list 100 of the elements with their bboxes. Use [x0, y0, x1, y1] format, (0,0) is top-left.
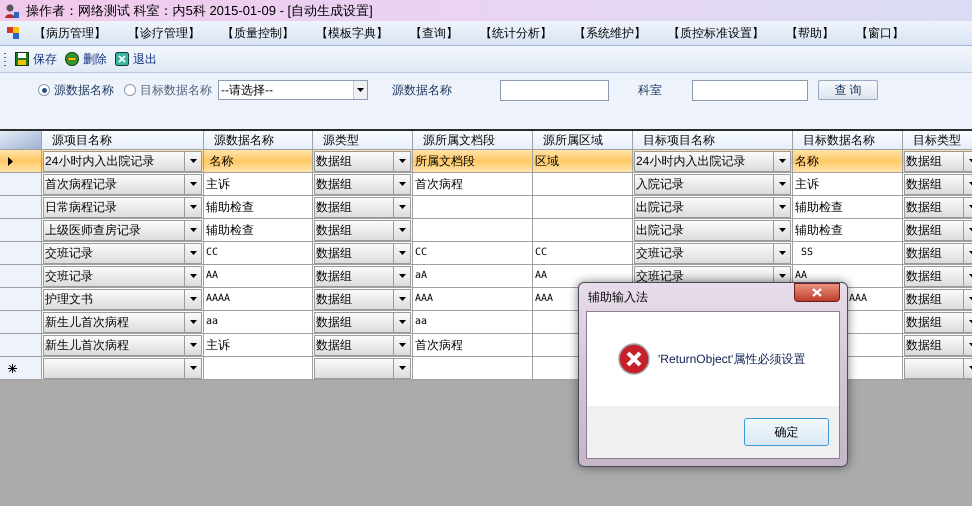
table-cell: aA [413, 265, 533, 288]
dropdown-field[interactable]: 数据组 [314, 334, 411, 356]
dropdown-field[interactable]: 数据组 [314, 196, 411, 218]
menu-item[interactable]: 【统计分析】 [480, 24, 552, 42]
dropdown-field[interactable]: 数据组 [314, 242, 411, 264]
minus-circle-icon [65, 52, 79, 66]
dropdown-field[interactable]: 交班记录 [43, 266, 202, 286]
query-button[interactable]: 查 询 [818, 80, 878, 100]
table-cell: 名称 [793, 150, 903, 173]
error-message: 'ReturnObject'属性必须设置 [658, 351, 806, 368]
table-cell: CC [204, 242, 313, 265]
menu-item[interactable]: 【模板字典】 [316, 24, 388, 42]
table-cell: 主诉 [793, 173, 903, 196]
menu-item[interactable]: 【质量控制】 [222, 24, 294, 42]
dropdown-field[interactable]: 首次病程记录 [43, 174, 202, 194]
menu-item[interactable]: 【帮助】 [786, 24, 834, 42]
menu-item[interactable]: 【系统维护】 [574, 24, 646, 42]
dropdown-arrow-icon [398, 159, 406, 163]
column-header[interactable]: 目标类型 [903, 131, 972, 149]
column-header[interactable]: 源类型 [313, 131, 413, 149]
dropdown-field[interactable]: 上级医师查房记录 [43, 220, 202, 240]
table-cell: CC [533, 242, 633, 265]
field-label: 源数据名称 [392, 82, 453, 99]
dropdown-field[interactable]: 数据组 [314, 174, 411, 194]
dropdown-field[interactable]: 24小时内入出院记录 [43, 150, 202, 172]
dropdown-field[interactable]: 数据组 [314, 220, 411, 240]
field-label: 科室 [638, 82, 663, 99]
column-header[interactable]: 目标项目名称 [633, 131, 793, 149]
dropdown-field[interactable]: 数据组 [904, 266, 972, 286]
dropdown-arrow-icon [190, 274, 196, 278]
toolbar-button[interactable]: 保存 [15, 50, 57, 68]
dropdown-field[interactable]: 新生儿首次病程 [43, 312, 202, 332]
close-button[interactable] [794, 283, 840, 302]
dropdown-field[interactable]: 日常病程记录 [43, 196, 202, 218]
dropdown-field[interactable]: 数据组 [314, 312, 411, 332]
table-cell: CC [413, 242, 533, 265]
dropdown-arrow-icon [190, 159, 196, 163]
menu-item[interactable]: 【窗口】 [856, 24, 904, 42]
dropdown-field[interactable]: 数据组 [904, 288, 972, 310]
radio-button[interactable] [38, 84, 50, 96]
dropdown-field[interactable]: 出院记录 [634, 196, 791, 218]
dropdown-field[interactable]: 24小时内入出院记录 [634, 150, 791, 172]
input-field[interactable] [692, 80, 808, 100]
table-cell: SS [793, 242, 903, 265]
dropdown-arrow-icon [398, 366, 406, 370]
menu-item[interactable]: 【病历管理】 [34, 24, 106, 42]
table-cell: 辅助检查 [793, 219, 903, 242]
dropdown-arrow-icon [398, 251, 406, 255]
dropdown-field[interactable]: 护理文书 [43, 288, 202, 310]
dropdown-field[interactable]: 数据组 [314, 150, 411, 172]
dropdown-field[interactable]: --请选择-- [218, 80, 368, 100]
table-cell: 名称 [204, 150, 313, 173]
dropdown-field[interactable]: 入院记录 [634, 174, 791, 194]
dropdown-arrow-icon [398, 228, 406, 232]
column-header[interactable]: 源所属区域 [533, 131, 633, 149]
dropdown-arrow-icon [190, 228, 196, 232]
dropdown-arrow-icon [190, 182, 196, 186]
dropdown-arrow-icon [190, 251, 196, 255]
menu-item[interactable]: 【质控标准设置】 [668, 24, 764, 42]
row-header[interactable] [0, 357, 42, 380]
dropdown-field[interactable]: 数据组 [904, 150, 972, 172]
menu-item[interactable]: 【查询】 [410, 24, 458, 42]
dropdown-field[interactable]: 新生儿首次病程 [43, 334, 202, 356]
table-cell: 区域 [533, 150, 633, 173]
dropdown-field[interactable]: 数据组 [904, 196, 972, 218]
toolbar-button[interactable]: 删除 [65, 50, 107, 68]
dropdown-arrow-icon [190, 205, 196, 209]
dropdown-arrow-icon [190, 297, 196, 301]
radio-label[interactable]: 源数据名称 [54, 81, 114, 99]
window-menu-icon[interactable] [6, 26, 20, 40]
dropdown-field[interactable]: 数据组 [904, 174, 972, 194]
dropdown-field[interactable]: 交班记录 [43, 242, 202, 264]
menu-item[interactable]: 【诊疗管理】 [128, 24, 200, 42]
dropdown-field[interactable]: 出院记录 [634, 220, 791, 240]
close-icon [812, 288, 822, 297]
table-cell: 辅助检查 [204, 219, 313, 242]
column-header[interactable]: 目标数据名称 [793, 131, 903, 149]
new-row-icon [8, 364, 17, 372]
close-box-icon [115, 52, 129, 66]
table-cell: 主诉 [204, 173, 313, 196]
dropdown-field[interactable]: 数据组 [314, 288, 411, 310]
column-header[interactable]: 源所属文档段 [413, 131, 533, 149]
dropdown-field[interactable]: 数据组 [904, 312, 972, 332]
dropdown-field[interactable]: 数据组 [904, 242, 972, 264]
column-header[interactable]: 源项目名称 [42, 131, 204, 149]
dropdown-arrow-icon [190, 320, 196, 324]
input-field[interactable] [500, 80, 609, 100]
ok-button[interactable]: 确定 [744, 418, 829, 446]
column-header[interactable]: 源数据名称 [204, 131, 313, 149]
window-title: 操作者：网络测试 科室：内5科 2015-01-09 - [自动生成设置] [26, 2, 373, 20]
radio-label[interactable]: 目标数据名称 [140, 81, 212, 99]
dropdown-field[interactable]: 数据组 [904, 334, 972, 356]
toolbar-button[interactable]: 退出 [115, 50, 157, 68]
dropdown-field[interactable]: 数据组 [314, 266, 411, 286]
dropdown-field[interactable]: 数据组 [904, 220, 972, 240]
table-cell: aa [413, 311, 533, 334]
radio-button[interactable] [124, 84, 136, 96]
row-header[interactable] [0, 150, 42, 173]
dropdown-field[interactable]: 交班记录 [634, 242, 791, 264]
table-cell: aa [204, 311, 313, 334]
